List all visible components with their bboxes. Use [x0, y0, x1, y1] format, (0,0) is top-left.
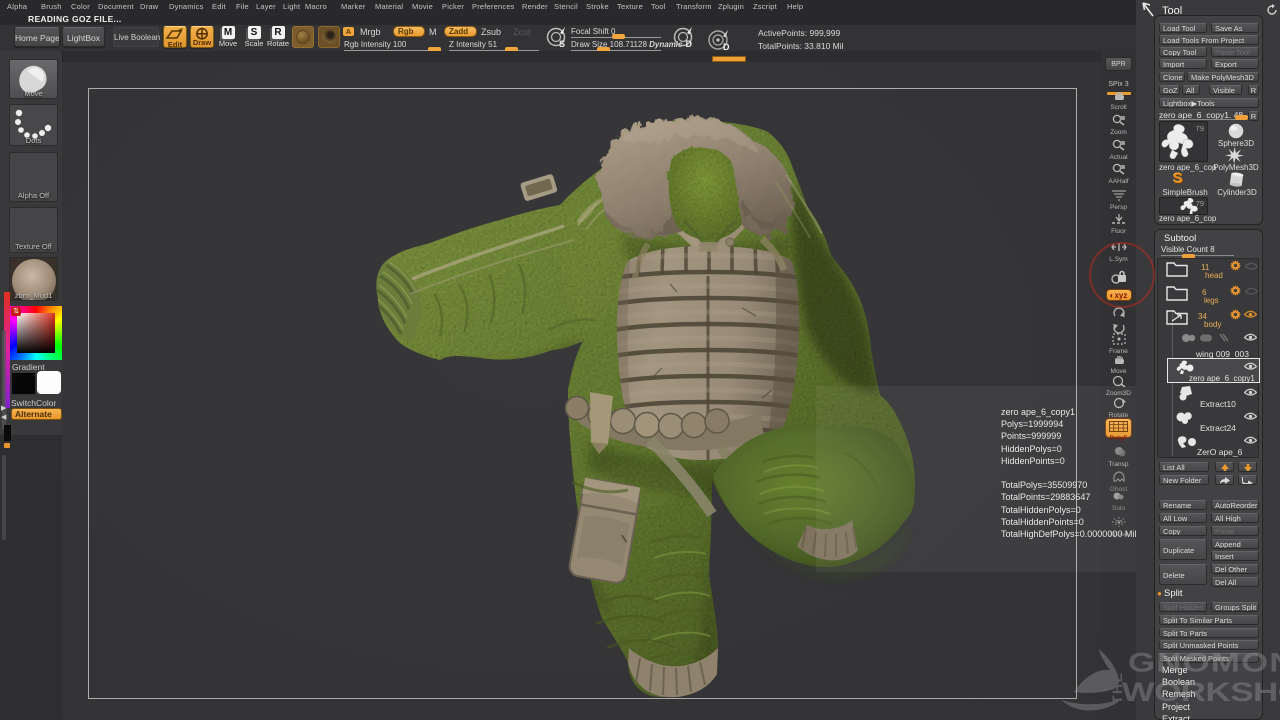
svg-text:D: D — [686, 39, 693, 49]
svg-text:S: S — [559, 39, 565, 49]
